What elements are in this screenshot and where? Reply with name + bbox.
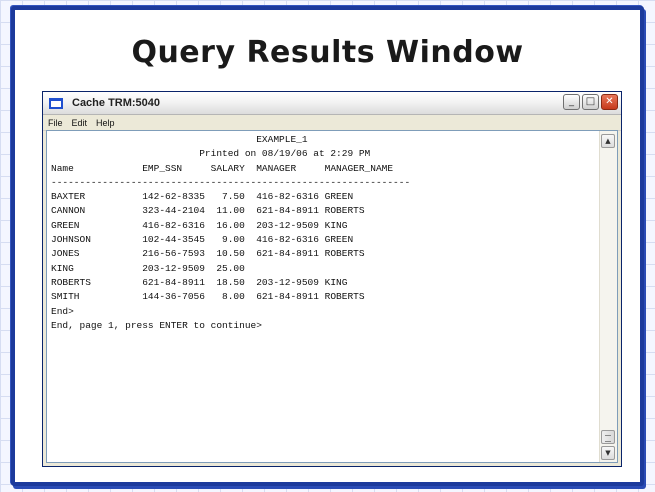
window-icon [49, 97, 63, 109]
maximize-button[interactable]: □ [582, 94, 599, 110]
menu-help[interactable]: Help [96, 118, 115, 128]
table-row: JONES 216-56-7593 10.50 621-84-8911 ROBE… [51, 248, 365, 260]
table-row: GREEN 416-82-6316 16.00 203-12-9509 KING [51, 219, 348, 231]
menu-file[interactable]: File [48, 118, 63, 128]
report-name: EXAMPLE_1 [51, 134, 308, 145]
minimize-button[interactable]: _ [563, 94, 580, 110]
window-controls: _ □ ✕ [563, 94, 618, 110]
table-row: BAXTER 142-62-8335 7.50 416-82-6316 GREE… [51, 191, 354, 203]
menu-edit[interactable]: Edit [72, 118, 88, 128]
terminal-output: EXAMPLE_1 Printed on 08/19/06 at 2:29 PM… [51, 133, 595, 460]
column-headers: Name EMP_SSN SALARY MANAGER MANAGER_NAME [51, 162, 394, 174]
table-row: SMITH 144-36-7056 8.00 621-84-8911 ROBER… [51, 291, 365, 303]
table-row: CANNON 323-44-2104 11.00 621-84-8911 ROB… [51, 205, 365, 217]
window-title: Cache TRM:5040 [72, 97, 161, 109]
vertical-scrollbar[interactable]: ▲ ▼ [599, 131, 617, 462]
scrollbar-thumb[interactable] [601, 430, 615, 444]
table-row: JOHNSON 102-44-3545 9.00 416-82-6316 GRE… [51, 234, 354, 246]
slide-title: Query Results Window [131, 35, 524, 70]
terminal-window: Cache TRM:5040 _ □ ✕ File Edit Help EXAM… [42, 91, 622, 467]
chevron-down-icon[interactable]: ▼ [601, 446, 615, 460]
header-rule: ----------------------------------------… [51, 176, 411, 188]
footer-prompt: End, page 1, press ENTER to continue> [51, 319, 262, 331]
window-titlebar[interactable]: Cache TRM:5040 _ □ ✕ [43, 92, 621, 115]
table-row: ROBERTS 621-84-8911 18.50 203-12-9509 KI… [51, 276, 348, 288]
chevron-up-icon[interactable]: ▲ [601, 134, 615, 148]
close-button[interactable]: ✕ [601, 94, 618, 110]
end-prompt: End> [51, 305, 74, 317]
table-row: KING 203-12-9509 25.00 [51, 262, 325, 274]
report-printed-line: Printed on 08/19/06 at 2:29 PM [51, 148, 371, 160]
menubar: File Edit Help [43, 115, 621, 131]
terminal-area[interactable]: EXAMPLE_1 Printed on 08/19/06 at 2:29 PM… [46, 130, 618, 463]
